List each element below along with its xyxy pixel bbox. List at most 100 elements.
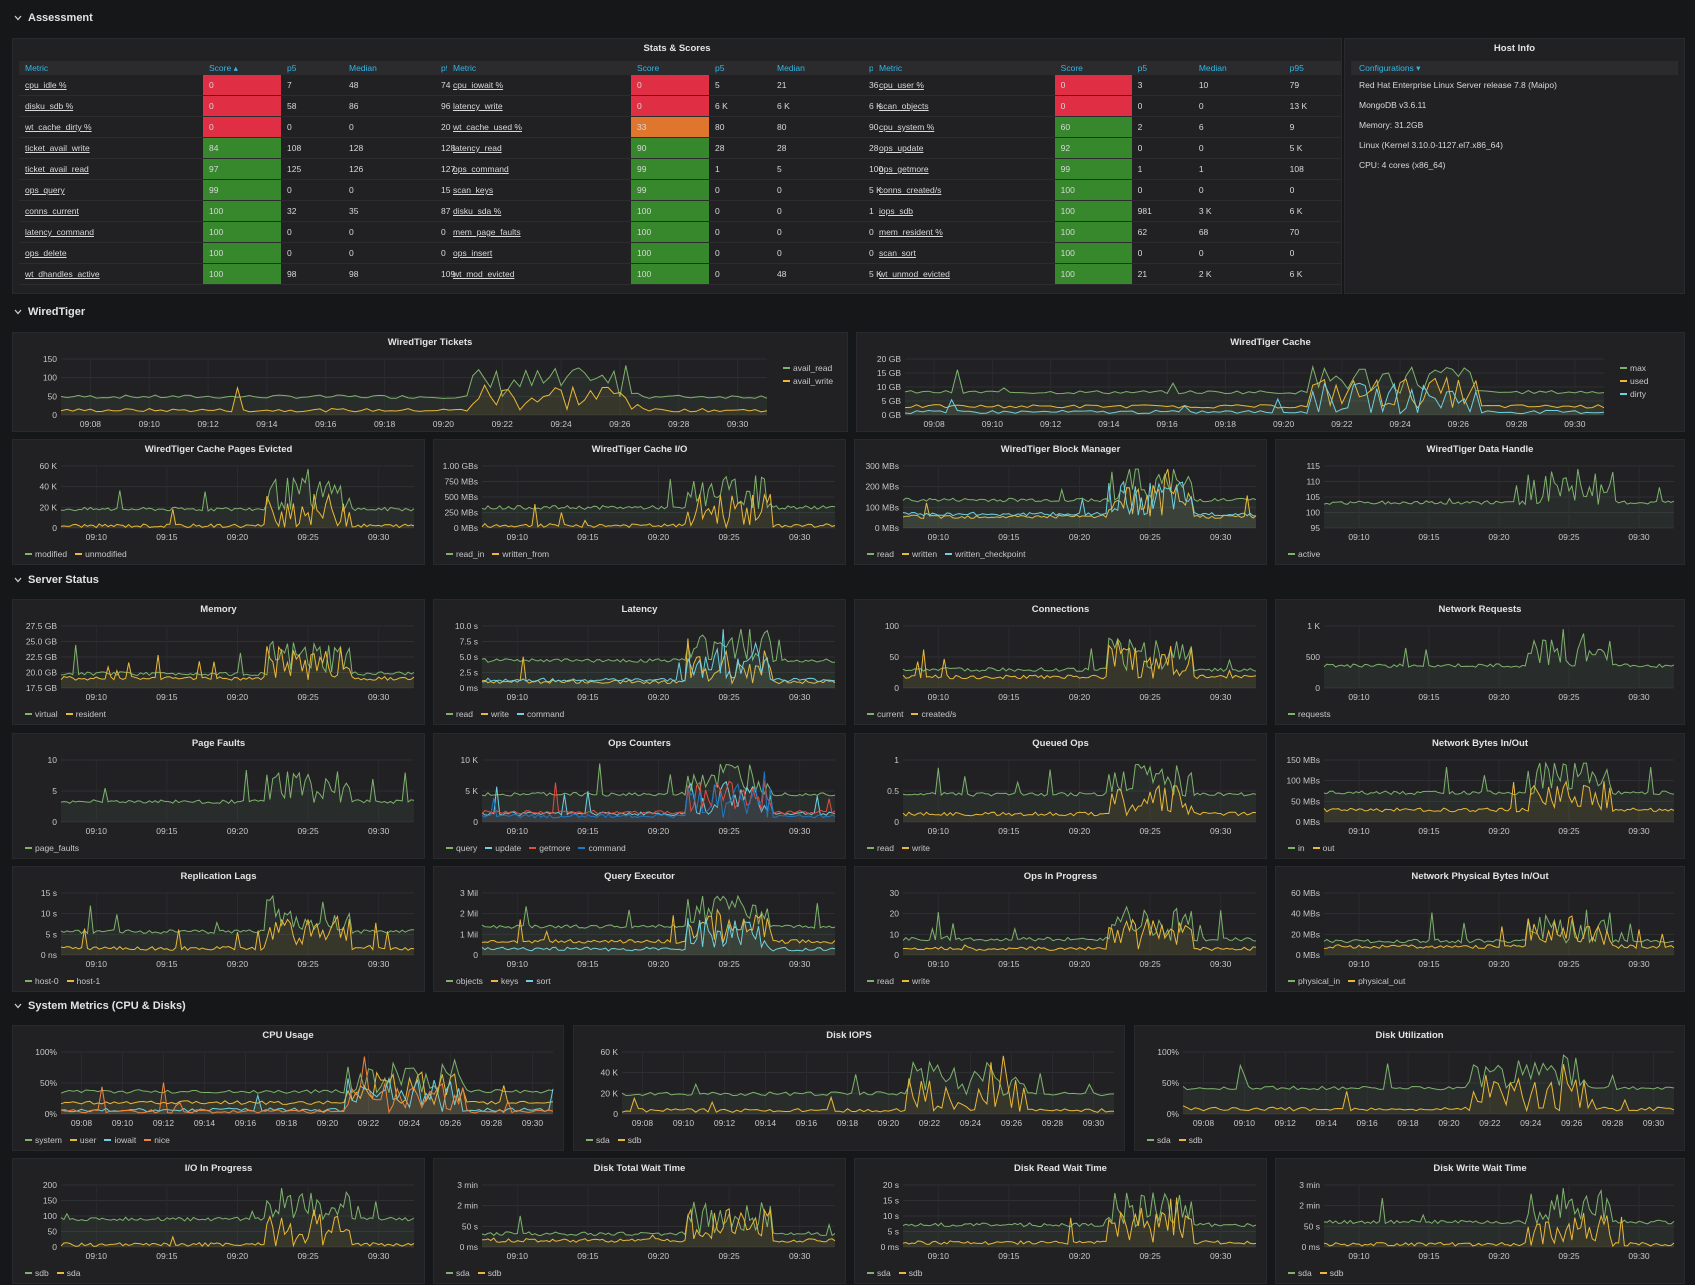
legend-item[interactable]: user <box>69 1135 96 1145</box>
metric-link[interactable]: latency_write <box>447 95 631 117</box>
column-header[interactable]: p5 <box>1131 61 1193 75</box>
chart-panel[interactable]: Ops Counters 10 K 5 K 0 09:10 09:15 09:20 09:25… <box>433 733 846 859</box>
metric-link[interactable]: ops_update <box>873 137 1055 159</box>
legend-item[interactable]: unmodified <box>75 549 127 559</box>
legend-item[interactable]: sda <box>1147 1135 1171 1145</box>
legend-item[interactable]: written_from <box>492 549 549 559</box>
column-header[interactable]: Score ▴ <box>203 61 281 75</box>
metric-link[interactable]: conns_current <box>19 200 203 222</box>
column-header[interactable]: p95 <box>1283 61 1341 75</box>
metric-link[interactable]: ops_getmore <box>873 158 1055 180</box>
legend-item[interactable]: read_in <box>446 549 484 559</box>
chart-panel[interactable]: Replication Lags 15 s 10 s 5 s 0 ns 09:10 09:1… <box>12 866 425 992</box>
metric-link[interactable]: iops_sdb <box>873 200 1055 222</box>
chart-panel[interactable]: I/O In Progress 200 150 100 50 0 09:10 09:15 09:… <box>12 1158 425 1284</box>
metric-link[interactable]: wt_unmod_evicted <box>873 263 1055 285</box>
legend-item[interactable]: host-1 <box>66 976 100 986</box>
section-header-system-metrics[interactable]: System Metrics (CPU & Disks) <box>14 1000 186 1012</box>
legend-item[interactable]: max <box>1620 363 1648 373</box>
metric-link[interactable]: ops_delete <box>19 242 203 264</box>
metric-link[interactable]: cpu_idle % <box>19 75 203 96</box>
metric-link[interactable]: cpu_system % <box>873 116 1055 138</box>
metric-link[interactable]: wt_cache_used % <box>447 116 631 138</box>
legend-item[interactable]: read <box>446 709 473 719</box>
metric-link[interactable]: latency_command <box>19 221 203 243</box>
legend-item[interactable]: physical_in <box>1288 976 1340 986</box>
metric-link[interactable]: mem_page_faults <box>447 221 631 243</box>
legend-item[interactable]: sdb <box>25 1268 49 1278</box>
legend-item[interactable]: dirty <box>1620 389 1648 399</box>
chart-panel[interactable]: Latency 10.0 s 7.5 s 5.0 s 2.5 s 0 ms 09:10 09:… <box>433 599 846 725</box>
metric-link[interactable]: latency_read <box>447 137 631 159</box>
legend-item[interactable]: update <box>485 843 521 853</box>
column-header[interactable]: Median <box>343 61 435 75</box>
metric-link[interactable]: conns_created/s <box>873 179 1055 201</box>
chart-panel[interactable]: Network Physical Bytes In/Out 60 MBs 40 MB… <box>1275 866 1685 992</box>
legend-item[interactable]: virtual <box>25 709 58 719</box>
legend-item[interactable]: sdb <box>617 1135 641 1145</box>
legend-item[interactable]: sdb <box>1178 1135 1202 1145</box>
chart-panel[interactable]: Query Executor 3 Mil 2 Mil 1 Mil 0 09:10 09:15… <box>433 866 846 992</box>
legend-item[interactable]: sdb <box>1319 1268 1343 1278</box>
legend-item[interactable]: in <box>1288 843 1305 853</box>
legend-item[interactable]: system <box>25 1135 62 1145</box>
legend-item[interactable]: write <box>902 843 930 853</box>
metric-link[interactable]: ops_command <box>447 158 631 180</box>
legend-item[interactable]: physical_out <box>1348 976 1405 986</box>
metric-link[interactable]: scan_keys <box>447 179 631 201</box>
legend-item[interactable]: requests <box>1288 709 1331 719</box>
chart-panel[interactable]: Disk Total Wait Time 3 min 2 min 50 s 0 ms 09… <box>433 1158 846 1284</box>
legend-item[interactable]: page_faults <box>25 843 79 853</box>
legend-item[interactable]: created/s <box>911 709 956 719</box>
chart-panel[interactable]: Network Requests 1 K 500 0 09:10 09:15 09:20 09… <box>1275 599 1685 725</box>
metric-link[interactable]: wt_dhandles_active <box>19 263 203 285</box>
legend-item[interactable]: written <box>902 549 937 559</box>
metric-link[interactable]: scan_sort <box>873 242 1055 264</box>
legend-item[interactable]: sdb <box>477 1268 501 1278</box>
metric-link[interactable]: mem_resident % <box>873 221 1055 243</box>
section-header-wiredtiger[interactable]: WiredTiger <box>14 306 85 318</box>
metric-link[interactable]: wt_cache_dirty % <box>19 116 203 138</box>
legend-item[interactable]: sda <box>867 1268 891 1278</box>
chart-panel[interactable]: Queued Ops 1 0.5 0 09:10 09:15 09:20 09:25 09:30… <box>854 733 1267 859</box>
legend-item[interactable]: avail_write <box>783 376 833 386</box>
legend-item[interactable]: read <box>867 976 894 986</box>
chart-panel[interactable]: Disk Read Wait Time 20 s 15 s 10 s 5 s 0 ms 09… <box>854 1158 1267 1284</box>
chart-panel[interactable]: WiredTiger Cache Pages Evicted 60 K 40 K 20… <box>12 439 425 565</box>
column-header[interactable]: Median <box>1192 61 1284 75</box>
chart-panel[interactable]: Disk IOPS 60 K 40 K 20 K 0 09:08 09:10 09:12 09:… <box>573 1025 1125 1151</box>
legend-item[interactable]: sort <box>526 976 551 986</box>
column-header[interactable]: Metric <box>873 61 1055 75</box>
column-header[interactable]: Median <box>771 61 863 75</box>
column-header[interactable]: Score <box>1054 61 1132 75</box>
legend-item[interactable]: active <box>1288 549 1320 559</box>
chart-panel[interactable]: WiredTiger Data Handle 115 110 105 100 95 09:1… <box>1275 439 1685 565</box>
metric-link[interactable]: disku_sdb % <box>19 95 203 117</box>
configurations-dropdown[interactable]: Configurations ▾ <box>1351 61 1678 75</box>
chart-panel[interactable]: WiredTiger Block Manager 300 MBs 200 MBs 10… <box>854 439 1267 565</box>
metric-link[interactable]: wt_mod_evicted <box>447 263 631 285</box>
legend-item[interactable]: written_checkpoint <box>945 549 1025 559</box>
section-header-assessment[interactable]: Assessment <box>14 12 93 24</box>
chart-panel[interactable]: WiredTiger Tickets 150 100 50 0 09:08 09:10 09:… <box>12 332 848 432</box>
metric-link[interactable]: scan_objects <box>873 95 1055 117</box>
legend-item[interactable]: sdb <box>898 1268 922 1278</box>
chart-panel[interactable]: Connections 100 50 0 09:10 09:15 09:20 09:25 09:… <box>854 599 1267 725</box>
chart-panel[interactable]: Network Bytes In/Out 150 MBs 100 MBs 50 MBs… <box>1275 733 1685 859</box>
chart-panel[interactable]: Disk Write Wait Time 3 min 2 min 50 s 0 ms 09… <box>1275 1158 1685 1284</box>
legend-item[interactable]: out <box>1312 843 1334 853</box>
legend-item[interactable]: command <box>578 843 626 853</box>
legend-item[interactable]: keys <box>490 976 518 986</box>
legend-item[interactable]: query <box>446 843 477 853</box>
column-header[interactable]: Score <box>631 61 709 75</box>
chart-panel[interactable]: CPU Usage 100% 50% 0% 09:08 09:10 09:12 09:14 09… <box>12 1025 564 1151</box>
metric-link[interactable]: cpu_user % <box>873 75 1055 96</box>
legend-item[interactable]: current <box>867 709 903 719</box>
legend-item[interactable]: read <box>867 843 894 853</box>
column-header[interactable]: p5 <box>281 61 343 75</box>
metric-link[interactable]: cpu_iowait % <box>447 75 631 96</box>
legend-item[interactable]: sda <box>1288 1268 1312 1278</box>
legend-item[interactable]: avail_read <box>783 363 833 373</box>
metric-link[interactable]: ops_query <box>19 179 203 201</box>
column-header[interactable]: Metric <box>447 61 631 75</box>
